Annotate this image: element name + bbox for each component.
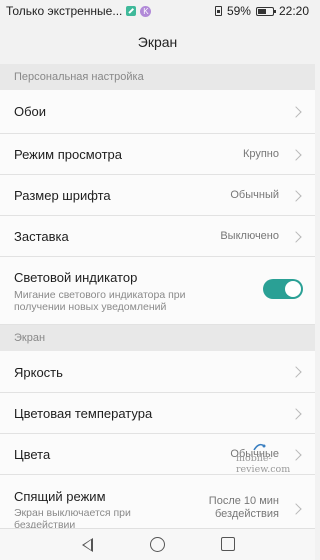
- home-icon[interactable]: [150, 537, 165, 552]
- led-indicator-description: Мигание светового индикатора при получен…: [14, 289, 186, 313]
- view-mode-row[interactable]: Режим просмотра Крупно: [0, 134, 315, 175]
- screensaver-row[interactable]: Заставка Выключено: [0, 216, 315, 257]
- sleep-mode-label: Спящий режим: [14, 489, 106, 504]
- back-icon[interactable]: [82, 538, 93, 552]
- green-app-icon: [126, 6, 137, 16]
- color-temperature-label: Цветовая температура: [14, 406, 153, 421]
- notification-text: Только экстренные...: [6, 4, 123, 18]
- battery-icon: [255, 6, 276, 16]
- colors-label: Цвета: [14, 447, 51, 462]
- sleep-mode-row[interactable]: Спящий режим Экран выключается при безде…: [0, 475, 315, 531]
- font-size-value: Обычный: [230, 189, 279, 201]
- section-header-screen: Экран: [0, 325, 315, 351]
- chevron-right-icon: [290, 190, 302, 202]
- chevron-right-icon: [290, 231, 302, 243]
- recent-apps-icon[interactable]: [221, 537, 235, 551]
- sleep-value-line1: После 10 мин: [208, 495, 279, 507]
- brightness-row[interactable]: Яркость: [0, 351, 315, 393]
- led-indicator-toggle[interactable]: [263, 279, 303, 299]
- toggle-knob: [285, 281, 301, 297]
- chevron-right-icon: [290, 149, 302, 161]
- sleep-value-line2: бездействия: [214, 508, 279, 520]
- status-bar: Только экстренные... K 59% 22:20: [0, 0, 315, 22]
- chevron-right-icon: [290, 503, 302, 515]
- clock: 22:20: [278, 4, 309, 18]
- watermark-logo-icon: [253, 443, 266, 451]
- sim-icon: [214, 6, 222, 16]
- led-indicator-row[interactable]: Световой индикатор Мигание светового инд…: [0, 257, 315, 325]
- battery-percent: 59%: [226, 4, 251, 18]
- k-app-icon: K: [140, 5, 152, 17]
- view-mode-label: Режим просмотра: [14, 147, 122, 162]
- navigation-bar: [0, 528, 315, 560]
- brightness-label: Яркость: [14, 365, 63, 380]
- screensaver-label: Заставка: [14, 229, 69, 244]
- chevron-right-icon: [290, 408, 302, 420]
- watermark-text: mobile-review.com: [236, 453, 291, 475]
- led-indicator-label: Световой индикатор: [14, 270, 138, 285]
- font-size-row[interactable]: Размер шрифта Обычный: [0, 175, 315, 216]
- sleep-mode-value: После 10 мин бездействия: [209, 495, 279, 521]
- chevron-right-icon: [290, 106, 302, 118]
- section-header-personal: Персональная настройка: [0, 64, 315, 90]
- color-temperature-row[interactable]: Цветовая температура: [0, 393, 315, 434]
- chevron-right-icon: [290, 366, 302, 378]
- view-mode-value: Крупно: [242, 148, 279, 160]
- screensaver-value: Выключено: [220, 230, 279, 242]
- page-title: Экран: [137, 34, 178, 50]
- font-size-label: Размер шрифта: [14, 188, 111, 203]
- wallpaper-label: Обои: [14, 104, 47, 119]
- wallpaper-row[interactable]: Обои: [0, 90, 315, 134]
